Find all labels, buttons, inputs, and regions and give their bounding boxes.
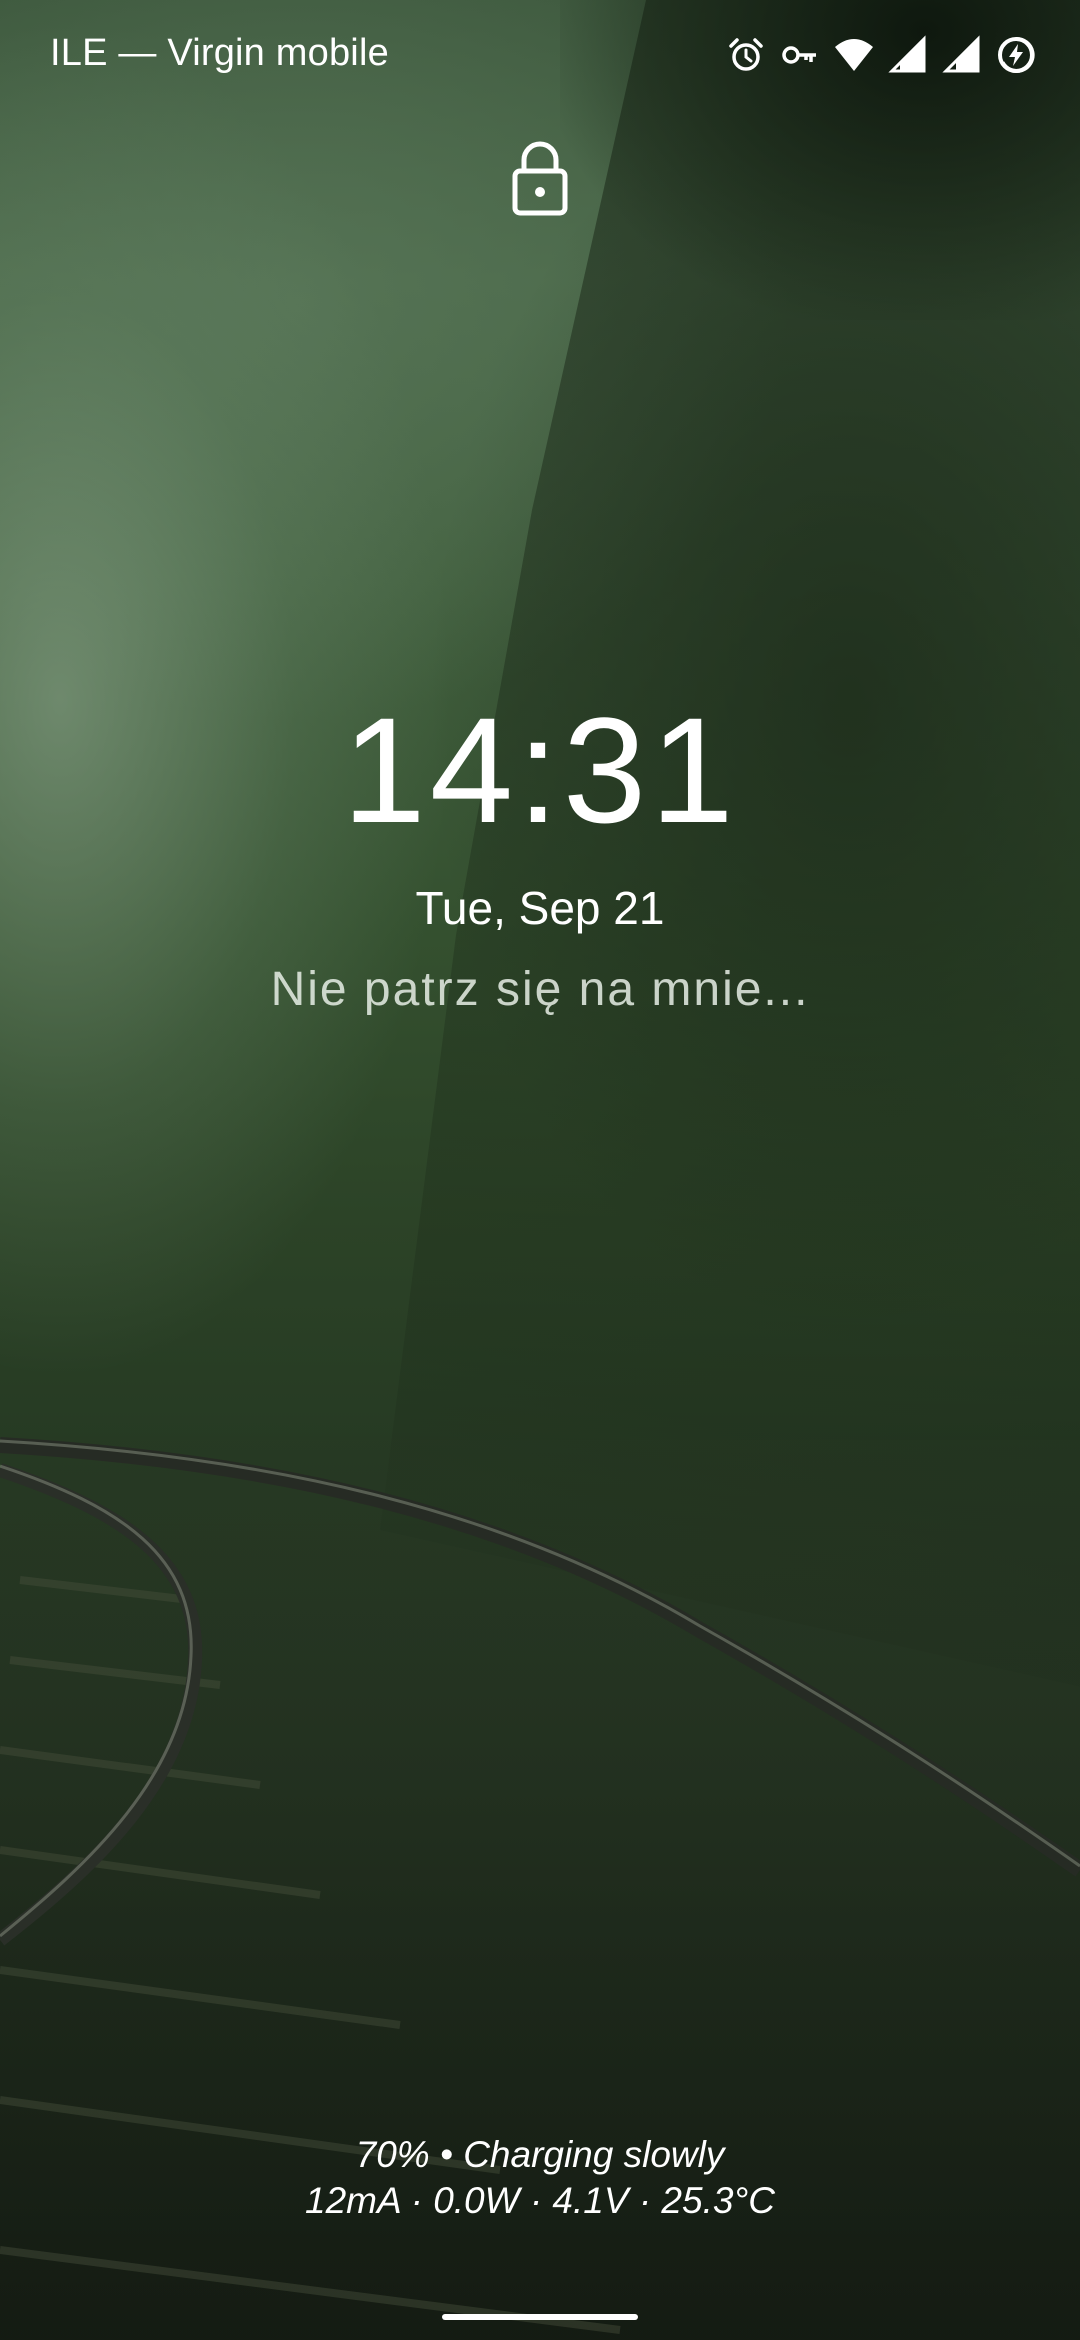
- alarm-icon: [729, 38, 763, 71]
- signal-icon: [942, 35, 980, 73]
- signal-icon: [888, 35, 926, 73]
- charging-info: 70% • Charging slowly 12mA · 0.0W · 4.1V…: [0, 2132, 1080, 2224]
- carrier-name: ILE — Virgin mobile: [50, 32, 389, 74]
- charging-status: 70% • Charging slowly: [355, 2134, 725, 2175]
- lock-screen: ILE — Virgin mobile 14:31 Tue, Sep 21 Ni…: [0, 0, 1080, 2340]
- status-icons: [726, 32, 1036, 78]
- clock-time: 14:31: [342, 686, 738, 854]
- owner-info-message: Nie patrz się na mnie...: [270, 963, 810, 1016]
- battery-charging-icon: [998, 36, 1035, 73]
- wallpaper: [0, 0, 1080, 2340]
- home-indicator[interactable]: [442, 2314, 638, 2320]
- clock-date: Tue, Sep 21: [415, 882, 665, 934]
- status-bar: ILE — Virgin mobile: [0, 0, 1080, 112]
- vpn-key-icon: [782, 46, 816, 64]
- lock-icon[interactable]: [510, 138, 570, 218]
- charging-details: 12mA · 0.0W · 4.1V · 25.3°C: [305, 2180, 775, 2221]
- wifi-icon: [835, 39, 873, 71]
